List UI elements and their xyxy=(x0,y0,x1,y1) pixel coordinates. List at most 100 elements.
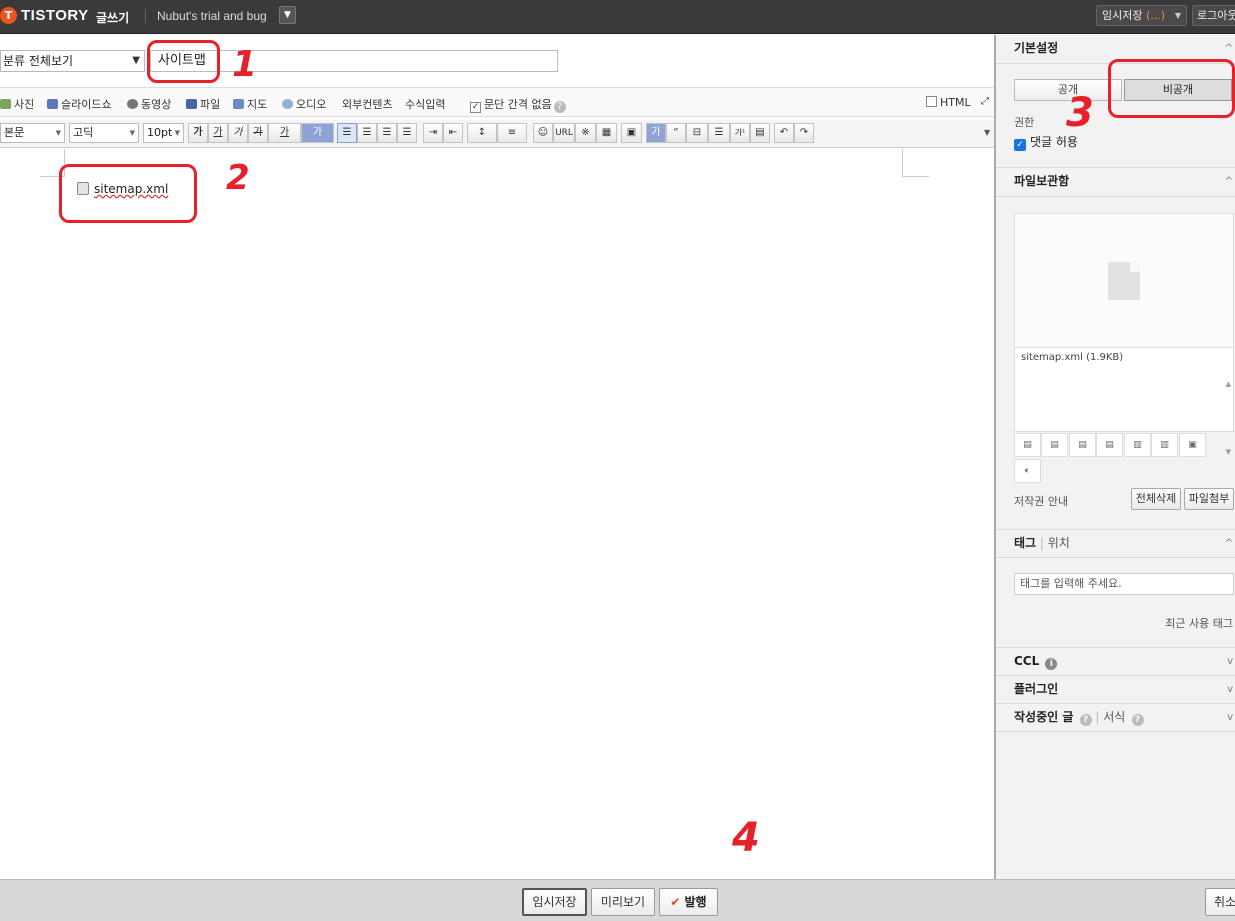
tistory-logo-icon[interactable]: T xyxy=(0,7,17,24)
align-left-icon[interactable]: ☰ xyxy=(337,123,357,143)
chevron-down-icon: ▼ xyxy=(174,129,180,137)
italic-button[interactable]: 가 xyxy=(228,123,248,143)
more-break-icon[interactable]: ⊟ xyxy=(686,123,708,143)
divider xyxy=(996,731,1235,732)
basic-settings-header[interactable]: 기본설정 ^ xyxy=(996,35,1235,62)
annotation-number-2: 2 xyxy=(226,158,250,198)
insert-align-buttons: ▤ ▤ ▤ ▤ ▥ ▥ ▣ xyxy=(1014,433,1207,457)
annotation-number-4: 4 xyxy=(732,815,760,861)
insert-formula-button[interactable]: 수식입력 xyxy=(405,96,445,112)
logout-button[interactable]: 로그아웃 xyxy=(1192,5,1235,26)
text-box-icon[interactable]: 가 xyxy=(646,123,666,143)
annotation-number-1: 1 xyxy=(232,44,258,85)
location-tab[interactable]: 위치 xyxy=(1048,536,1070,550)
plugin-header[interactable]: 플러그인 v xyxy=(996,676,1235,703)
insert-slideshow-button[interactable]: 슬라이드쇼 xyxy=(47,96,112,112)
scrollbar[interactable]: ▲ ▼ xyxy=(1226,350,1231,486)
draft-dropdown[interactable]: 임시저장 (...) ▼ xyxy=(1096,5,1187,26)
text-color-button[interactable]: 가 xyxy=(268,123,301,143)
file-list-item[interactable]: sitemap.xml (1.9KB) xyxy=(1021,352,1227,363)
format-tab[interactable]: 서식 xyxy=(1103,710,1125,724)
category-select[interactable]: 분류 전체보기 ▼ xyxy=(0,50,145,72)
underline-button[interactable]: 가 xyxy=(208,123,228,143)
paragraph-style-select[interactable]: 본문 ▼ xyxy=(0,123,65,143)
chevron-down-icon[interactable]: ▼ xyxy=(279,6,296,24)
writing-header[interactable]: 작성중인 글 ? | 서식 ? v xyxy=(996,704,1235,731)
html-toggle[interactable]: HTML xyxy=(926,96,971,109)
help-icon[interactable]: ? xyxy=(553,101,566,113)
file-list[interactable]: sitemap.xml (1.9KB) ▲ ▼ xyxy=(1014,347,1234,456)
tag-input[interactable]: 태그를 입력해 주세요. xyxy=(1014,573,1234,595)
category-value: 분류 전체보기 xyxy=(3,54,74,68)
document-body[interactable]: sitemap.xml xyxy=(0,149,994,879)
more-tools-icon[interactable]: ▼ xyxy=(984,128,990,137)
horizontal-rule-icon[interactable]: ☰ xyxy=(708,123,730,143)
align-center-icon[interactable]: ☰ xyxy=(357,123,377,143)
font-size-select[interactable]: 10pt ▼ xyxy=(143,123,184,143)
insert-photo-button[interactable]: 사진 xyxy=(0,96,34,112)
emoticon-icon[interactable]: ☺ xyxy=(533,123,553,143)
divider xyxy=(996,196,1235,197)
fullscreen-icon[interactable]: ⤢ xyxy=(981,96,989,107)
video-icon xyxy=(127,99,138,109)
save-disk-icon[interactable]: ▤ xyxy=(750,123,770,143)
insert-triple-icon[interactable]: ▥ xyxy=(1151,433,1178,457)
publish-button[interactable]: ✔ 발행 xyxy=(659,888,718,916)
audio-icon xyxy=(282,99,293,109)
tistory-logo-text[interactable]: TISTORY xyxy=(21,7,89,24)
photo-icon xyxy=(0,99,11,109)
save-draft-button[interactable]: 임시저장 xyxy=(522,888,587,916)
ccl-header[interactable]: CCL iv xyxy=(996,648,1235,675)
no-spacing-toggle[interactable]: ✓ 문단 간격 없음? xyxy=(470,96,566,113)
copyright-link[interactable]: 저작권 안내 xyxy=(1014,493,1068,509)
insert-audio-button[interactable]: 오디오 xyxy=(282,96,326,112)
box-icon[interactable]: ▣ xyxy=(621,123,642,143)
background-color-button[interactable]: 가 xyxy=(301,123,334,143)
insert-full-icon[interactable]: ▤ xyxy=(1096,433,1123,457)
recent-tags-link[interactable]: 최근 사용 태그 xyxy=(1165,615,1233,631)
url-link-button[interactable]: URL xyxy=(553,123,575,143)
draft-label: 임시저장 xyxy=(1102,9,1143,22)
special-char-button[interactable]: ※ xyxy=(575,123,596,143)
page-title: 글쓰기 xyxy=(96,11,130,25)
superscript-button[interactable]: 가¹ xyxy=(730,123,750,143)
cancel-button[interactable]: 취소 xyxy=(1205,888,1235,916)
insert-map-button[interactable]: 지도 xyxy=(233,96,267,112)
insert-center-icon[interactable]: ▤ xyxy=(1041,433,1068,457)
line-height-icon[interactable]: ↕ xyxy=(467,123,497,143)
undo-icon[interactable]: ↶ xyxy=(774,123,794,143)
chevron-down-icon: ▼ xyxy=(132,55,140,66)
chevron-up-icon: ^ xyxy=(1224,538,1233,549)
divider xyxy=(996,557,1235,558)
font-select[interactable]: 고딕 ▼ xyxy=(69,123,139,143)
insert-right-icon[interactable]: ▤ xyxy=(1069,433,1096,457)
indent-icon[interactable]: ⇥ xyxy=(423,123,443,143)
bold-button[interactable]: 가 xyxy=(188,123,208,143)
strikethrough-button[interactable]: 가 xyxy=(248,123,268,143)
insert-double-icon[interactable]: ▥ xyxy=(1124,433,1151,457)
attach-file-button[interactable]: 파일첨부 xyxy=(1184,488,1234,510)
outdent-icon[interactable]: ⇤ xyxy=(443,123,463,143)
speaker-icon[interactable]: 🔈︎ xyxy=(1014,459,1041,483)
insert-external-button[interactable]: 외부컨텐츠 xyxy=(342,96,393,112)
tag-header[interactable]: 태그 | 위치 ^ xyxy=(996,530,1235,557)
delete-all-button[interactable]: 전체삭제 xyxy=(1131,488,1181,510)
blog-name: Nubut's trial and bug xyxy=(157,9,267,23)
align-justify-icon[interactable]: ☰ xyxy=(397,123,417,143)
insert-slide-icon[interactable]: ▣ xyxy=(1179,433,1206,457)
insert-toolbar: 사진 슬라이드쇼 동영상 파일 지도 오디오 외부컨텐츠 수식입력 ✓ 문단 간격… xyxy=(0,87,994,117)
file-box-header[interactable]: 파일보관함 ^ xyxy=(996,168,1235,195)
list-icon[interactable]: ≡ xyxy=(497,123,527,143)
insert-video-button[interactable]: 동영상 xyxy=(127,96,171,112)
align-right-icon[interactable]: ☰ xyxy=(377,123,397,143)
annotation-number-3: 3 xyxy=(1066,90,1094,136)
checkbox-checked-icon: ✓ xyxy=(470,102,481,113)
preview-button[interactable]: 미리보기 xyxy=(591,888,655,916)
map-pin-icon xyxy=(233,99,244,109)
insert-left-icon[interactable]: ▤ xyxy=(1014,433,1041,457)
settings-sidebar: 기본설정 ^ 공개 비공개 권한 ✓ 댓글 허용 파일보관함 ^ sitemap.xm… xyxy=(994,35,1235,879)
quote-button[interactable]: “ xyxy=(666,123,686,143)
redo-icon[interactable]: ↷ xyxy=(794,123,814,143)
table-icon[interactable]: ▦ xyxy=(596,123,617,143)
insert-file-button[interactable]: 파일 xyxy=(186,96,220,112)
